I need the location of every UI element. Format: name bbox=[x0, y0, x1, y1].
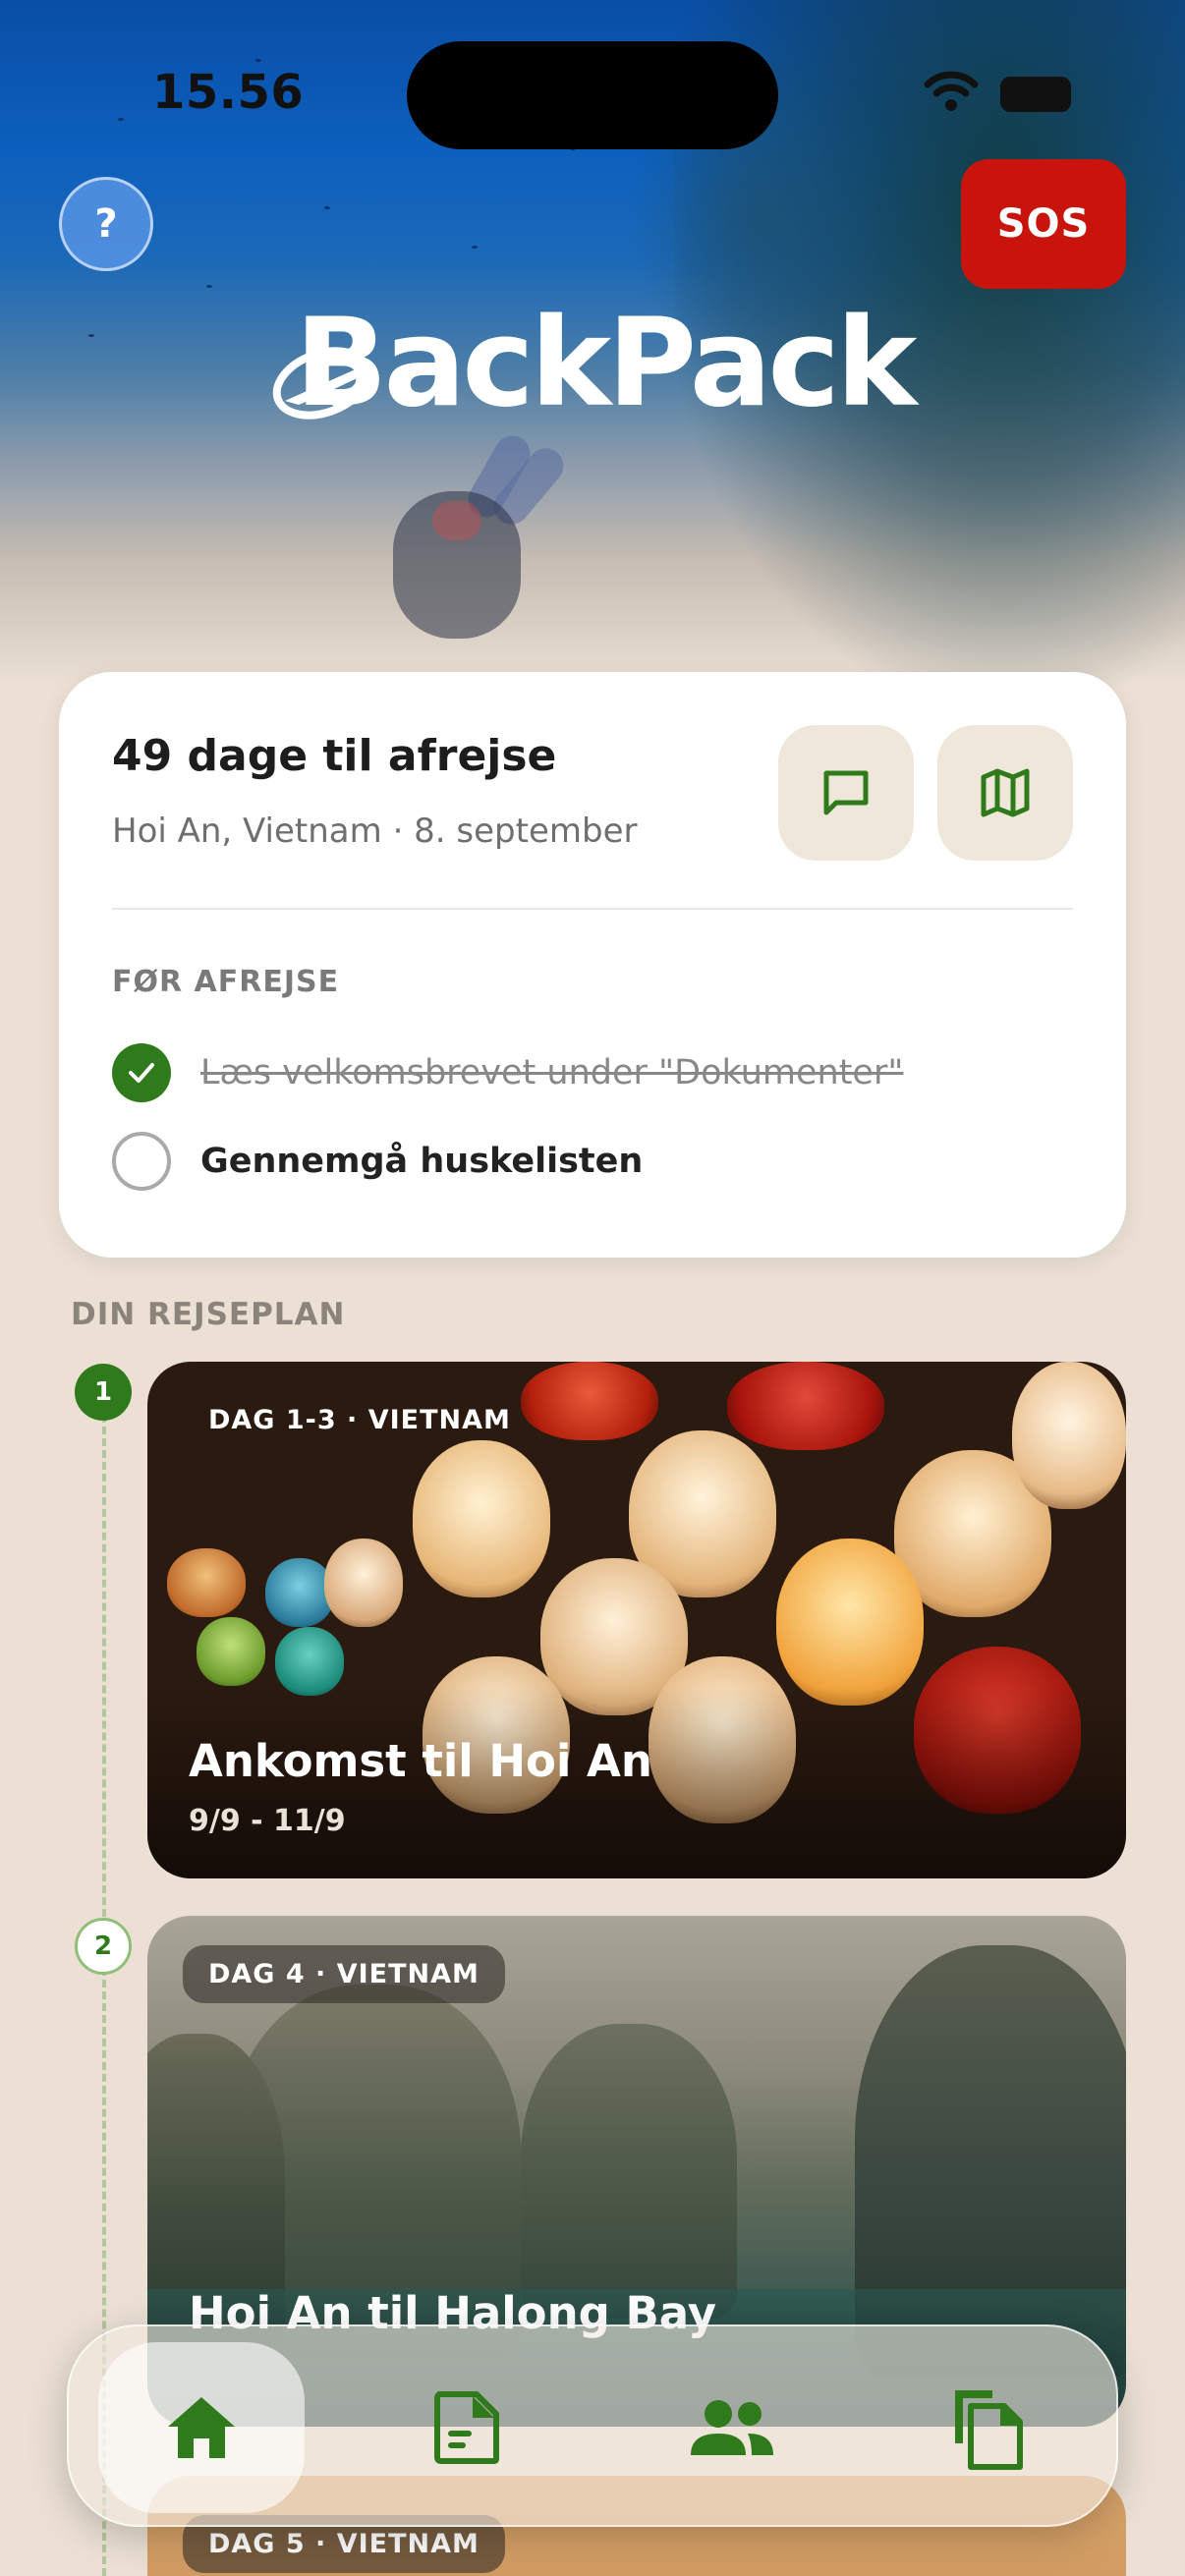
lantern-graphic bbox=[167, 1548, 246, 1617]
chat-button[interactable] bbox=[778, 725, 914, 861]
tab-documents[interactable] bbox=[364, 2342, 570, 2513]
lantern-graphic bbox=[324, 1539, 403, 1627]
divider bbox=[112, 908, 1073, 910]
itinerary-heading: DIN REJSEPLAN bbox=[71, 1297, 346, 1332]
home-icon bbox=[168, 2397, 235, 2458]
trip-dates: 9/9 - 11/9 bbox=[189, 1804, 346, 1838]
todo-item[interactable]: Gennemgå huskelisten bbox=[112, 1132, 643, 1191]
fish bbox=[88, 334, 94, 337]
copy-icon bbox=[955, 2390, 1023, 2470]
todo-item[interactable]: Læs velkomsbrevet under "Dokumenter" bbox=[112, 1043, 903, 1102]
tab-group[interactable] bbox=[629, 2342, 835, 2513]
tab-copies[interactable] bbox=[884, 2342, 1091, 2513]
step-marker: 1 bbox=[75, 1364, 132, 1421]
lantern-graphic bbox=[776, 1539, 924, 1706]
section-title: FØR AFREJSE bbox=[112, 965, 340, 999]
map-button[interactable] bbox=[937, 725, 1073, 861]
countdown-card: 49 dage til afrejse Hoi An, Vietnam · 8.… bbox=[59, 672, 1126, 1258]
lantern-graphic bbox=[1012, 1362, 1126, 1509]
battery-icon bbox=[1000, 77, 1071, 112]
trip-name: Ankomst til Hoi An bbox=[189, 1735, 652, 1787]
trip-badge: DAG 4 · VIETNAM bbox=[183, 1945, 505, 2003]
trip-badge: DAG 1-3 · VIETNAM bbox=[208, 1405, 511, 1435]
group-icon bbox=[691, 2400, 773, 2455]
tab-home[interactable] bbox=[98, 2342, 305, 2513]
fish bbox=[472, 246, 478, 249]
tab-bar bbox=[67, 2324, 1118, 2527]
todo-label: Gennemgå huskelisten bbox=[200, 1142, 644, 1181]
cliff-graphic bbox=[521, 2024, 737, 2319]
trip-card[interactable]: DAG 1-3 · VIETNAM Ankomst til Hoi An 9/9… bbox=[147, 1362, 1126, 1878]
status-time: 15.56 bbox=[152, 65, 305, 120]
countdown-title: 49 dage til afrejse bbox=[112, 731, 557, 781]
lantern-graphic bbox=[521, 1362, 658, 1440]
step-marker: 2 bbox=[75, 1918, 132, 1975]
map-icon bbox=[981, 768, 1030, 817]
wifi-icon bbox=[924, 71, 979, 111]
help-button[interactable]: ? bbox=[59, 177, 153, 271]
lantern-graphic bbox=[197, 1617, 265, 1686]
document-icon bbox=[434, 2391, 499, 2464]
fish bbox=[206, 285, 212, 288]
todo-label: Læs velkomsbrevet under "Dokumenter" bbox=[200, 1053, 904, 1092]
lantern-graphic bbox=[727, 1362, 884, 1450]
chat-icon bbox=[823, 770, 869, 815]
unchecked-icon[interactable] bbox=[112, 1132, 171, 1191]
checked-icon[interactable] bbox=[112, 1043, 171, 1102]
dynamic-island bbox=[407, 41, 778, 149]
fish bbox=[118, 118, 124, 121]
trip-destination: Hoi An, Vietnam · 8. september bbox=[112, 812, 638, 851]
lantern-graphic bbox=[413, 1440, 550, 1597]
sos-button[interactable]: SOS bbox=[961, 159, 1126, 289]
logo-text: BackPack bbox=[295, 293, 917, 434]
backpack-logo: BackPack bbox=[265, 293, 917, 434]
fish bbox=[324, 206, 330, 209]
diver-illustration bbox=[373, 429, 571, 668]
fish bbox=[255, 59, 261, 62]
